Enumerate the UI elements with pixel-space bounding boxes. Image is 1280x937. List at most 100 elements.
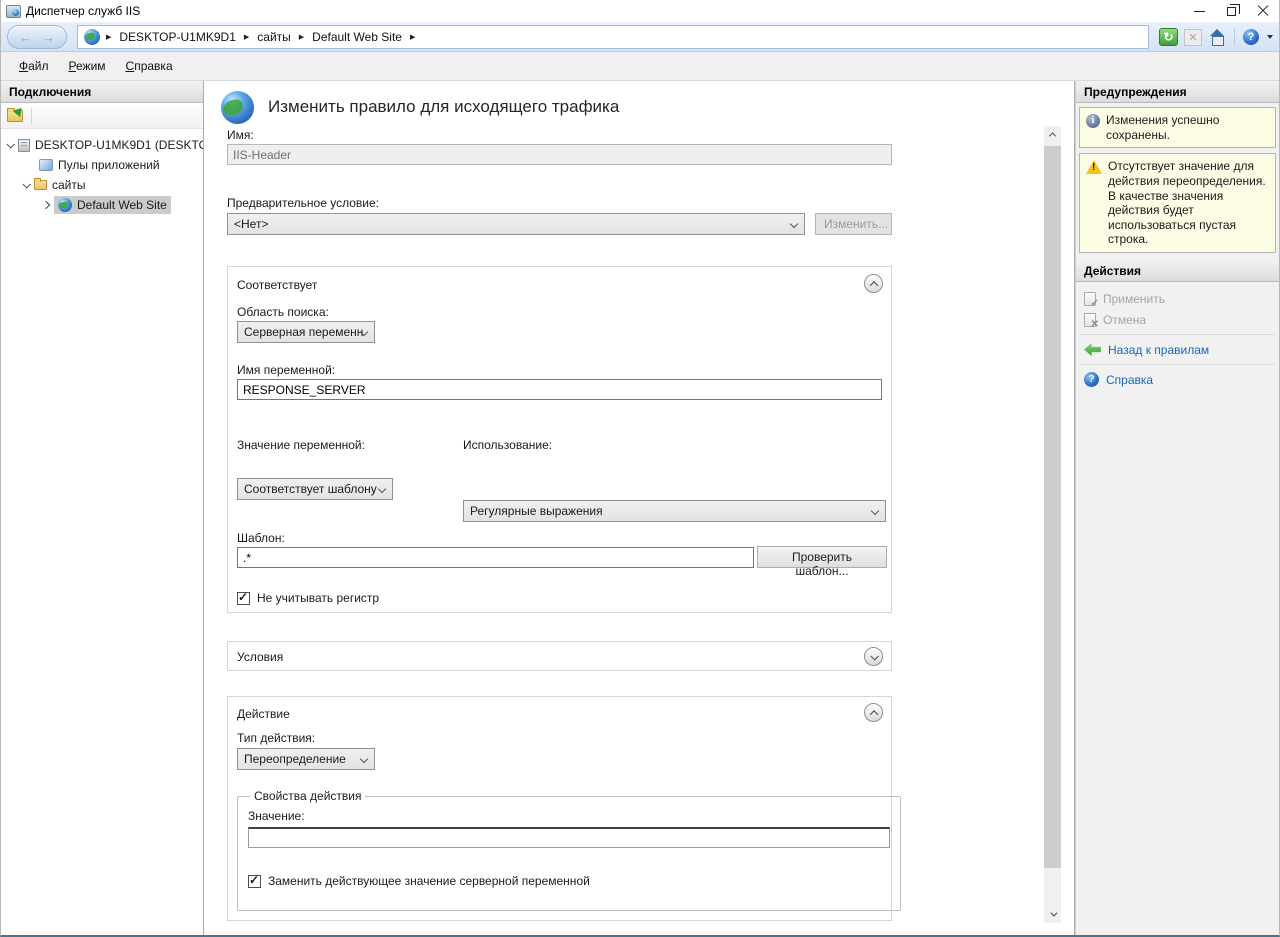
home-icon[interactable] [1208, 29, 1226, 46]
collapse-section-button[interactable] [864, 274, 883, 293]
chevron-down-icon[interactable] [6, 140, 14, 148]
server-icon [18, 139, 30, 152]
using-dropdown[interactable]: Регулярные выражения [463, 500, 886, 522]
stop-icon: ✕ [1184, 29, 1202, 46]
chevron-down-icon [1050, 910, 1057, 917]
apply-icon [1084, 292, 1096, 306]
connections-toolbar-divider [31, 108, 32, 124]
breadcrumb-separator-icon: ▶ [106, 33, 111, 41]
actions-header: Действия [1076, 260, 1279, 282]
minimize-button[interactable] [1183, 0, 1215, 22]
info-icon: i [1086, 114, 1100, 128]
window-controls [1183, 0, 1279, 22]
action-type-value: Переопределение [244, 752, 346, 766]
sites-folder-icon [34, 180, 47, 190]
menu-help[interactable]: Справка [116, 55, 183, 77]
pattern-label: Шаблон: [237, 531, 285, 545]
action-value-input[interactable] [248, 827, 890, 848]
help-dropdown-caret-icon[interactable] [1267, 35, 1273, 39]
content-scrollbar[interactable] [1044, 126, 1061, 923]
replace-value-checkbox[interactable] [248, 875, 261, 888]
ignore-case-checkbox[interactable] [237, 592, 250, 605]
title-bar: Диспетчер служб IIS [1, 0, 1279, 22]
operand-value: Соответствует шаблону [244, 482, 377, 496]
minimize-icon [1194, 11, 1205, 12]
back-arrow-icon [1084, 343, 1101, 356]
connections-header: Подключения [1, 81, 203, 103]
forward-button[interactable]: → [42, 31, 55, 44]
toolbar-icons: ↻ ✕ ? [1159, 28, 1273, 46]
tree-item-server[interactable]: DESKTOP-U1MK9D1 (DESKTOP [1, 135, 203, 155]
variable-name-input[interactable] [237, 379, 882, 400]
replace-value-checkbox-row[interactable]: Заменить действующее значение серверной … [248, 874, 890, 888]
tree-item-default-web-site[interactable]: Default Web Site [1, 195, 203, 215]
scroll-up-button[interactable] [1044, 126, 1061, 143]
connections-toolbar [1, 103, 203, 129]
warnings-header: Предупреждения [1076, 81, 1279, 103]
actions-list: Применить Отмена Назад к правилам ? Спра… [1076, 282, 1279, 935]
edit-precondition-button: Изменить... [815, 213, 892, 235]
tree-item-app-pools[interactable]: Пулы приложений [1, 155, 203, 175]
breadcrumb-separator-icon: ▶ [244, 33, 249, 41]
chevron-down-icon[interactable] [22, 180, 30, 188]
precondition-label: Предварительное условие: [227, 196, 379, 210]
restore-button[interactable] [1215, 0, 1247, 22]
collapse-section-button[interactable] [864, 703, 883, 722]
precondition-value: <Нет> [234, 217, 268, 231]
address-bar[interactable]: ▶ DESKTOP-U1MK9D1 ▶ сайты ▶ Default Web … [77, 25, 1149, 49]
help-icon[interactable]: ? [1243, 29, 1259, 45]
help-link[interactable]: ? Справка [1076, 369, 1279, 390]
menu-file[interactable]: Файл [9, 55, 59, 77]
scrollbar-thumb[interactable] [1044, 146, 1061, 868]
application-pools-icon [39, 159, 53, 171]
tree-default-site-label: Default Web Site [77, 198, 167, 212]
connections-tree: DESKTOP-U1MK9D1 (DESKTOP Пулы приложений… [1, 129, 203, 215]
iis-manager-window: Диспетчер служб IIS ← → ▶ DESKTOP-U1MK9D… [0, 0, 1280, 937]
cancel-icon [1084, 313, 1096, 327]
cancel-label: Отмена [1103, 313, 1146, 327]
action-properties-legend: Свойства действия [250, 789, 365, 803]
precondition-dropdown[interactable]: <Нет> [227, 213, 805, 235]
menu-view[interactable]: Режим [59, 55, 116, 77]
expand-section-button[interactable] [864, 647, 883, 666]
iis-app-icon [6, 5, 21, 18]
chevron-right-icon[interactable] [42, 201, 50, 209]
nav-buttons: ← → [7, 25, 67, 49]
feature-content: Изменить правило для исходящего трафика … [204, 81, 1075, 935]
refresh-icon[interactable]: ↻ [1159, 28, 1178, 46]
ignore-case-checkbox-row[interactable]: Не учитывать регистр [237, 591, 379, 605]
breadcrumb-separator-icon: ▶ [410, 33, 415, 41]
breadcrumb-sites[interactable]: сайты [257, 30, 291, 44]
name-label: Имя: [227, 128, 254, 142]
action-type-dropdown[interactable]: Переопределение [237, 748, 375, 770]
chevron-up-icon [1049, 132, 1056, 139]
back-to-rules-link[interactable]: Назад к правилам [1076, 339, 1279, 360]
tree-item-sites[interactable]: сайты [1, 175, 203, 195]
breadcrumb-default-web-site[interactable]: Default Web Site [312, 30, 402, 44]
scope-dropdown[interactable]: Серверная переменн [237, 321, 375, 343]
selected-tree-item[interactable]: Default Web Site [54, 196, 171, 214]
window-title: Диспетчер служб IIS [26, 4, 140, 18]
help-icon: ? [1084, 372, 1099, 387]
warning-alert-text: Отсутствует значение для действия переоп… [1108, 159, 1269, 247]
close-button[interactable] [1247, 0, 1279, 22]
conditions-section: Условия [227, 641, 892, 671]
scope-value: Серверная переменн [244, 325, 363, 339]
actions-separator [1080, 334, 1275, 335]
variable-name-label: Имя переменной: [237, 363, 335, 377]
help-label: Справка [1106, 373, 1153, 387]
scroll-down-button[interactable] [1044, 906, 1061, 923]
breadcrumb-separator-icon: ▶ [299, 33, 304, 41]
breadcrumb-server[interactable]: DESKTOP-U1MK9D1 [119, 30, 235, 44]
page-title: Изменить правило для исходящего трафика [268, 97, 619, 117]
match-section: Соответствует Область поиска: Серверная … [227, 266, 892, 613]
back-button[interactable]: ← [19, 31, 32, 44]
save-connection-icon[interactable] [7, 110, 23, 122]
action-value-label: Значение: [248, 809, 890, 823]
test-pattern-button[interactable]: Проверить шаблон... [757, 546, 887, 568]
site-globe-icon [84, 29, 100, 45]
pattern-input[interactable] [237, 547, 754, 568]
back-to-rules-label: Назад к правилам [1108, 343, 1209, 357]
operand-dropdown[interactable]: Соответствует шаблону [237, 478, 393, 500]
chevron-down-icon [870, 652, 878, 660]
